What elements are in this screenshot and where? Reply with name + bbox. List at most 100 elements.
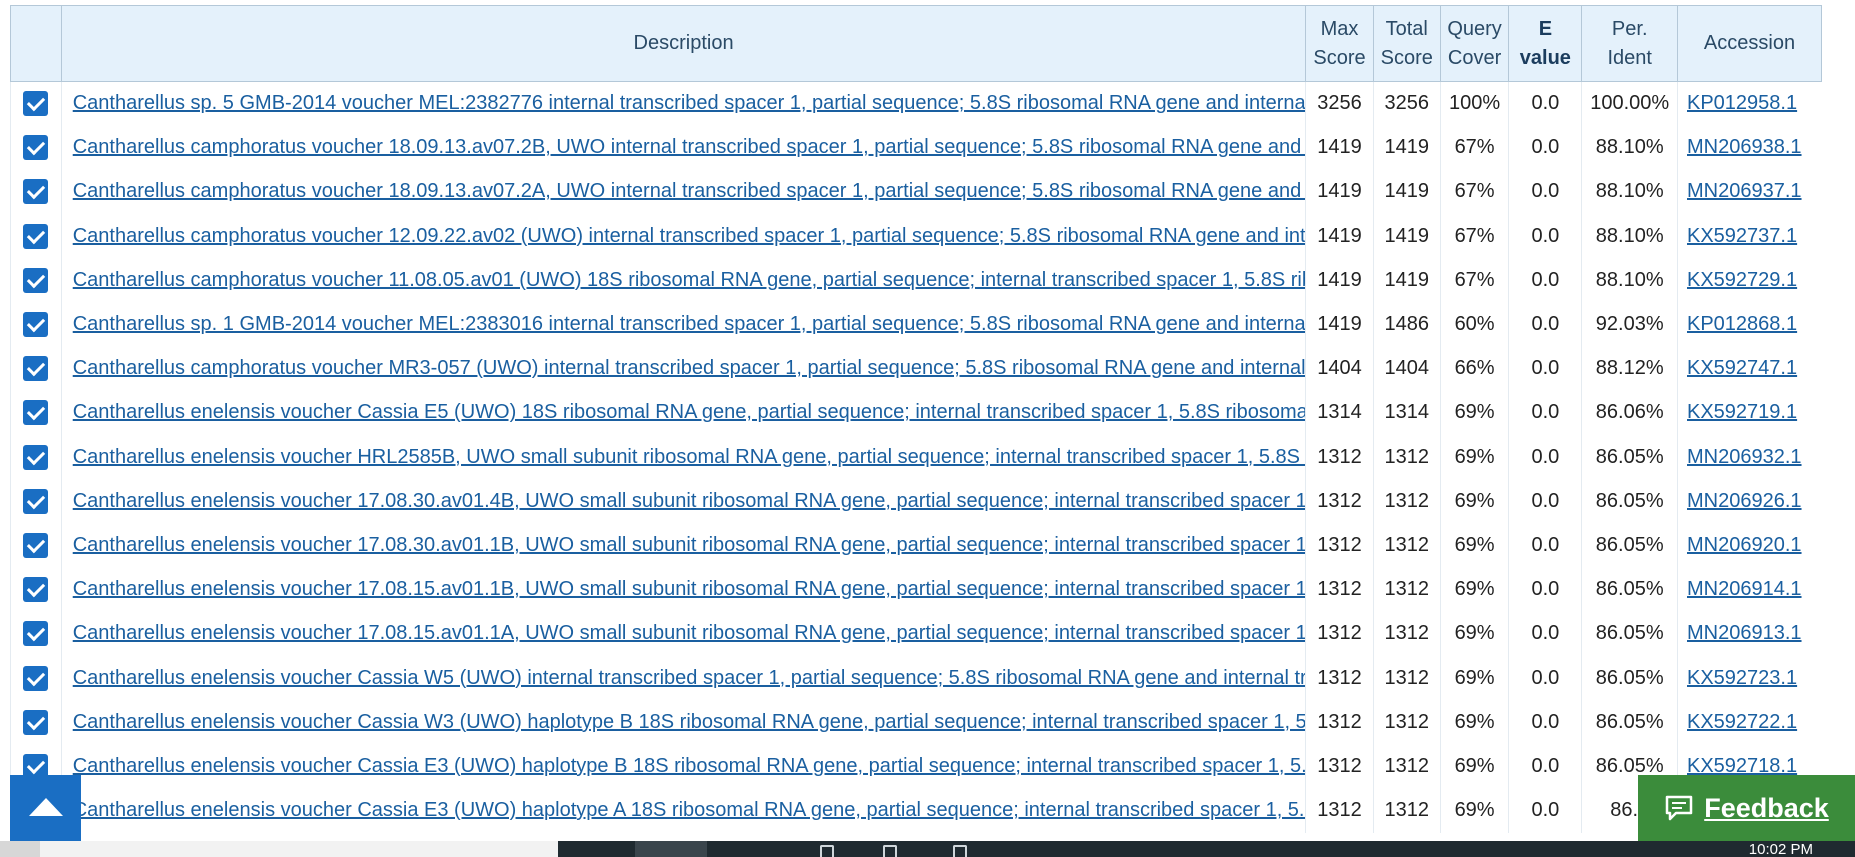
- description-cell: Cantharellus sp. 1 GMB-2014 voucher MEL:…: [60, 302, 1306, 347]
- accession-cell: MN206913.1: [1677, 611, 1822, 656]
- row-checkbox[interactable]: [23, 488, 49, 514]
- e-value-cell: 0.0: [1508, 169, 1582, 215]
- description-link[interactable]: Cantharellus camphoratus voucher 12.09.2…: [73, 225, 1306, 247]
- max-score-cell: 1419: [1305, 258, 1374, 303]
- taskbar-active-app[interactable]: [635, 841, 707, 857]
- description-cell: Cantharellus enelensis voucher 17.08.30.…: [60, 523, 1306, 568]
- table-row: Cantharellus enelensis voucher HRL2585B,…: [10, 435, 1822, 480]
- feedback-button[interactable]: Feedback: [1638, 775, 1855, 841]
- description-link[interactable]: Cantharellus enelensis voucher HRL2585B,…: [73, 446, 1306, 468]
- accession-link[interactable]: MN206920.1: [1687, 534, 1802, 556]
- description-link[interactable]: Cantharellus enelensis voucher 17.08.15.…: [73, 578, 1306, 600]
- taskbar-app-icon[interactable]: [820, 845, 834, 857]
- query-cover-cell: 69%: [1439, 523, 1509, 568]
- description-link[interactable]: Cantharellus enelensis voucher Cassia E3…: [73, 755, 1306, 777]
- scroll-to-top-button[interactable]: [10, 775, 81, 841]
- row-checkbox[interactable]: [23, 621, 49, 647]
- total-score-cell: 1312: [1372, 700, 1441, 745]
- accession-link[interactable]: KX592737.1: [1687, 225, 1797, 247]
- description-link[interactable]: Cantharellus enelensis voucher 17.08.15.…: [73, 622, 1306, 644]
- blast-results-page: Description Max Score Total Score Query Cov…: [0, 0, 1855, 857]
- table-row: Cantharellus camphoratus voucher 11.08.0…: [10, 258, 1822, 303]
- row-checkbox[interactable]: [23, 665, 49, 691]
- table-row: Cantharellus enelensis voucher Cassia W5…: [10, 655, 1822, 701]
- accession-link[interactable]: KX592723.1: [1687, 667, 1797, 689]
- accession-link[interactable]: MN206913.1: [1687, 622, 1802, 644]
- row-checkbox[interactable]: [23, 312, 49, 338]
- row-checkbox-cell: [10, 346, 62, 391]
- taskbar-search-area[interactable]: [40, 841, 558, 857]
- description-link[interactable]: Cantharellus camphoratus voucher 18.09.1…: [73, 180, 1306, 202]
- row-checkbox[interactable]: [23, 179, 49, 205]
- header-e-value[interactable]: Evalue: [1508, 5, 1583, 82]
- total-score-cell: 1312: [1372, 611, 1441, 656]
- row-checkbox[interactable]: [23, 532, 49, 558]
- per-ident-cell: 86.05%: [1581, 655, 1678, 701]
- accession-cell: KP012868.1: [1677, 302, 1822, 347]
- description-link[interactable]: Cantharellus enelensis voucher 17.08.30.…: [73, 490, 1306, 512]
- description-link[interactable]: Cantharellus enelensis voucher Cassia W5…: [73, 667, 1306, 689]
- max-score-cell: 1419: [1305, 125, 1374, 170]
- max-score-cell: 1312: [1305, 567, 1374, 612]
- accession-cell: MN206926.1: [1677, 479, 1822, 524]
- accession-link[interactable]: MN206937.1: [1687, 180, 1802, 202]
- row-checkbox[interactable]: [23, 135, 49, 161]
- row-checkbox-cell: [10, 214, 62, 259]
- header-max-score[interactable]: Max Score: [1305, 5, 1374, 82]
- description-link[interactable]: Cantharellus camphoratus voucher MR3-057…: [73, 357, 1306, 379]
- total-score-cell: 1312: [1372, 435, 1441, 480]
- accession-link[interactable]: MN206938.1: [1687, 136, 1802, 158]
- description-link[interactable]: Cantharellus enelensis voucher Cassia W3…: [73, 711, 1306, 733]
- accession-link[interactable]: KX592719.1: [1687, 401, 1797, 423]
- taskbar-app-icon[interactable]: [953, 845, 967, 857]
- accession-link[interactable]: MN206914.1: [1687, 578, 1802, 600]
- row-checkbox[interactable]: [23, 91, 49, 117]
- query-cover-cell: 69%: [1439, 390, 1509, 435]
- accession-link[interactable]: KX592747.1: [1687, 357, 1797, 379]
- accession-link[interactable]: KX592729.1: [1687, 269, 1797, 291]
- query-cover-cell: 69%: [1439, 567, 1509, 612]
- max-score-cell: 1312: [1305, 744, 1374, 789]
- row-checkbox[interactable]: [23, 400, 49, 426]
- header-accession[interactable]: Accession: [1677, 5, 1822, 82]
- description-link[interactable]: Cantharellus enelensis voucher Cassia E3…: [73, 799, 1306, 821]
- row-checkbox[interactable]: [23, 709, 49, 735]
- row-checkbox[interactable]: [23, 223, 49, 249]
- row-checkbox[interactable]: [23, 577, 49, 603]
- row-checkbox[interactable]: [23, 267, 49, 293]
- per-ident-cell: 86.05%: [1581, 611, 1678, 656]
- accession-link[interactable]: KP012868.1: [1687, 313, 1797, 335]
- header-query-cover[interactable]: Query Cover: [1439, 5, 1510, 82]
- e-value-cell: 0.0: [1508, 258, 1582, 303]
- description-link[interactable]: Cantharellus sp. 1 GMB-2014 voucher MEL:…: [73, 313, 1306, 335]
- accession-link[interactable]: MN206932.1: [1687, 446, 1802, 468]
- header-total-score[interactable]: Total Score: [1372, 5, 1441, 82]
- description-link[interactable]: Cantharellus sp. 5 GMB-2014 voucher MEL:…: [73, 92, 1306, 114]
- per-ident-cell: 86.05%: [1581, 479, 1678, 524]
- description-link[interactable]: Cantharellus camphoratus voucher 18.09.1…: [73, 136, 1306, 158]
- query-cover-cell: 69%: [1439, 700, 1509, 745]
- header-per-ident[interactable]: Per. Ident: [1581, 5, 1678, 82]
- row-checkbox[interactable]: [23, 356, 49, 382]
- taskbar-app-icon[interactable]: [883, 845, 897, 857]
- description-link[interactable]: Cantharellus enelensis voucher Cassia E5…: [73, 401, 1306, 423]
- description-cell: Cantharellus enelensis voucher 17.08.15.…: [60, 611, 1306, 656]
- accession-link[interactable]: KX592718.1: [1687, 755, 1797, 777]
- accession-cell: MN206938.1: [1677, 125, 1822, 170]
- description-link[interactable]: Cantharellus enelensis voucher 17.08.30.…: [73, 534, 1306, 556]
- accession-link[interactable]: MN206926.1: [1687, 490, 1802, 512]
- description-link[interactable]: Cantharellus camphoratus voucher 11.08.0…: [73, 269, 1306, 291]
- e-value-cell: 0.0: [1508, 567, 1582, 612]
- total-score-cell: 3256: [1372, 81, 1441, 126]
- row-checkbox[interactable]: [23, 444, 49, 470]
- header-description[interactable]: Description: [60, 5, 1307, 82]
- max-score-cell: 1312: [1305, 655, 1374, 701]
- taskbar-clock[interactable]: 10:02 PM: [1749, 842, 1813, 857]
- accession-link[interactable]: KX592722.1: [1687, 711, 1797, 733]
- taskbar-start-area: [0, 841, 40, 857]
- query-cover-cell: 69%: [1439, 611, 1509, 656]
- max-score-cell: 1312: [1305, 523, 1374, 568]
- accession-link[interactable]: KP012958.1: [1687, 92, 1797, 114]
- description-cell: Cantharellus enelensis voucher Cassia E3…: [60, 744, 1306, 789]
- total-score-cell: 1486: [1372, 302, 1441, 347]
